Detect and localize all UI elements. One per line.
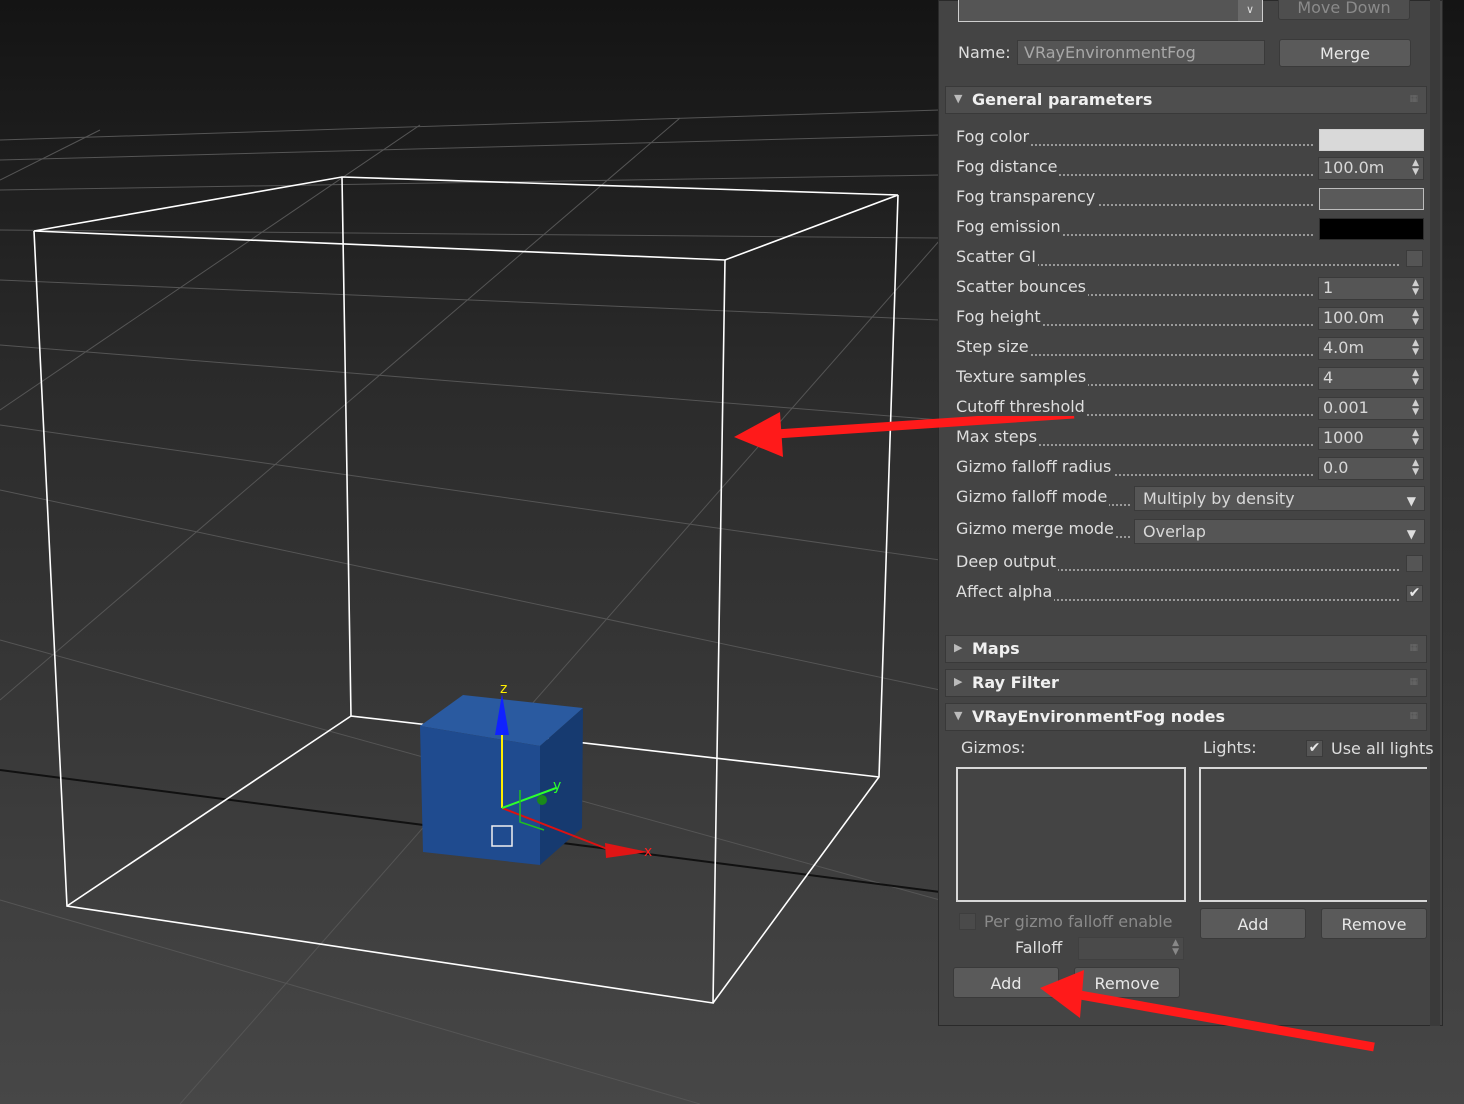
gizmo-merge-mode-select[interactable]: Overlap ▼ [1134, 519, 1425, 544]
per-gizmo-falloff-label: Per gizmo falloff enable [984, 912, 1173, 931]
fog-color-row: Fog color [956, 127, 1313, 151]
texture-samples-row: Texture samples [956, 367, 1313, 391]
lights-label: Lights: [1203, 738, 1257, 757]
scatter-bounces-spinner[interactable]: 1 ▲ ▼ [1318, 277, 1424, 300]
step-size-spinner[interactable]: 4.0m ▲ ▼ [1318, 337, 1424, 360]
dropdown-caret-icon: ▼ [1406, 494, 1416, 508]
fog-height-spinner[interactable]: 100.0m ▲ ▼ [1318, 307, 1424, 330]
fog-emission-row: Fog emission [956, 217, 1313, 241]
spinner-arrows-icon: ▲ ▼ [1412, 368, 1419, 387]
gizmo-merge-mode-row: Gizmo merge mode [956, 519, 1130, 543]
spinner-arrows-icon: ▲ ▼ [1412, 458, 1419, 477]
axis-z-label: z [500, 681, 507, 697]
texture-samples-spinner[interactable]: 4 ▲ ▼ [1318, 367, 1424, 390]
general-parameters-title: General parameters [972, 90, 1153, 109]
spinner-arrows-icon: ▲ ▼ [1172, 938, 1179, 957]
deep-output-row: Deep output [956, 552, 1399, 576]
gizmos-label: Gizmos: [961, 738, 1026, 757]
ray-filter-title: Ray Filter [972, 673, 1059, 692]
lights-add-button[interactable]: Add [1200, 908, 1306, 939]
spinner-arrows-icon: ▲ ▼ [1412, 278, 1419, 297]
spinner-arrows-icon: ▲ ▼ [1412, 308, 1419, 327]
grip-icon: ▦ [1409, 677, 1418, 687]
grip-icon: ▦ [1409, 94, 1418, 104]
fog-nodes-title: VRayEnvironmentFog nodes [972, 707, 1226, 726]
panel-scrollbar[interactable] [1430, 0, 1440, 1026]
lights-remove-button[interactable]: Remove [1321, 908, 1427, 939]
move-down-button[interactable]: Move Down [1278, 0, 1410, 20]
use-all-lights-label: Use all lights [1331, 739, 1434, 758]
fog-emission-swatch[interactable] [1319, 218, 1424, 240]
general-parameters-rollout[interactable]: ▼ General parameters ▦ [945, 86, 1427, 114]
step-size-row: Step size [956, 337, 1313, 361]
chevron-down-icon: ∨ [1238, 0, 1262, 21]
gizmos-listbox[interactable] [956, 767, 1186, 902]
axis-y-label: y [553, 778, 561, 794]
cutoff-threshold-spinner[interactable]: 0.001 ▲ ▼ [1318, 397, 1424, 420]
cutoff-threshold-row: Cutoff threshold [956, 397, 1313, 421]
maps-title: Maps [972, 639, 1020, 658]
scatter-gi-row: Scatter GI [956, 247, 1399, 271]
collapse-triangle-icon: ▼ [954, 92, 963, 105]
merge-button[interactable]: Merge [1279, 39, 1411, 67]
maps-rollout[interactable]: ▶ Maps ▦ [945, 635, 1427, 663]
grip-icon: ▦ [1409, 711, 1418, 721]
expand-triangle-icon: ▶ [954, 675, 963, 688]
spinner-arrows-icon: ▲ ▼ [1412, 398, 1419, 417]
axis-x-label: x [644, 844, 652, 860]
deep-output-checkbox[interactable] [1406, 555, 1423, 572]
max-steps-row: Max steps [956, 427, 1313, 451]
gizmo-falloff-mode-select[interactable]: Multiply by density ▼ [1134, 486, 1425, 511]
effect-list-dropdown[interactable]: ∨ [958, 0, 1263, 22]
fog-transparency-swatch[interactable] [1319, 188, 1424, 210]
per-gizmo-falloff-checkbox[interactable] [959, 913, 976, 930]
gizmos-add-button[interactable]: Add [953, 967, 1059, 998]
spinner-arrows-icon: ▲ ▼ [1412, 338, 1419, 357]
use-all-lights-checkbox[interactable]: ✔ [1306, 740, 1323, 757]
scatter-gi-checkbox[interactable] [1406, 250, 1423, 267]
spinner-arrows-icon: ▲ ▼ [1412, 158, 1419, 177]
fog-distance-spinner[interactable]: 100.0m ▲ ▼ [1318, 157, 1424, 180]
max-steps-spinner[interactable]: 1000 ▲ ▼ [1318, 427, 1424, 450]
expand-triangle-icon: ▶ [954, 641, 963, 654]
gizmo-falloff-radius-row: Gizmo falloff radius [956, 457, 1313, 481]
fog-transparency-row: Fog transparency [956, 187, 1313, 211]
falloff-spinner[interactable]: ▲ ▼ [1078, 937, 1184, 960]
gizmos-remove-button[interactable]: Remove [1074, 967, 1180, 998]
scatter-bounces-row: Scatter bounces [956, 277, 1313, 301]
grip-icon: ▦ [1409, 643, 1418, 653]
ray-filter-rollout[interactable]: ▶ Ray Filter ▦ [945, 669, 1427, 697]
spinner-arrows-icon: ▲ ▼ [1412, 428, 1419, 447]
fog-height-row: Fog height [956, 307, 1313, 331]
name-field[interactable]: VRayEnvironmentFog [1017, 40, 1265, 65]
name-label: Name: [958, 43, 1011, 62]
falloff-label: Falloff [1015, 938, 1063, 957]
dropdown-caret-icon: ▼ [1406, 527, 1416, 541]
affect-alpha-row: Affect alpha [956, 582, 1399, 606]
affect-alpha-checkbox[interactable]: ✔ [1406, 585, 1423, 602]
lights-listbox[interactable] [1199, 767, 1427, 902]
fog-color-swatch[interactable] [1319, 129, 1424, 151]
fog-distance-row: Fog distance [956, 157, 1313, 181]
fog-nodes-rollout[interactable]: ▼ VRayEnvironmentFog nodes ▦ [945, 703, 1427, 731]
collapse-triangle-icon: ▼ [954, 709, 963, 722]
gizmo-falloff-mode-row: Gizmo falloff mode [956, 487, 1130, 511]
gizmo-falloff-radius-spinner[interactable]: 0.0 ▲ ▼ [1318, 457, 1424, 480]
